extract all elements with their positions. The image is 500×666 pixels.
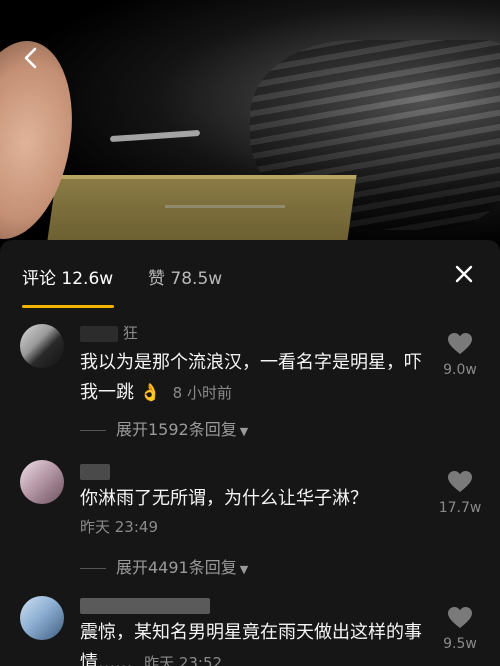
comment-time: 昨天 23:52 bbox=[144, 654, 223, 666]
like-count: 9.5w bbox=[443, 636, 477, 652]
expand-replies-label: 展开4491条回复 bbox=[116, 558, 237, 577]
ok-hand-emoji: 👌 bbox=[139, 383, 161, 403]
video-boat-area bbox=[43, 175, 357, 250]
divider-dash bbox=[80, 430, 106, 431]
comment-panel: 评论 12.6w 赞 78.5w 狂 我以为是那个流浪汉，一看名字是明星，吓我一… bbox=[0, 240, 500, 666]
comment-time: 8 小时前 bbox=[172, 384, 232, 402]
comment-author[interactable]: 狂 bbox=[80, 322, 138, 342]
comment-text: 震惊，某知名男明星竟在雨天做出这样的事情...... 昨天 23:52 bbox=[80, 618, 425, 666]
close-icon bbox=[455, 265, 473, 283]
comment-text: 你淋雨了无所谓，为什么让华子淋？ bbox=[80, 484, 425, 514]
back-button[interactable] bbox=[18, 45, 44, 71]
heart-icon bbox=[448, 333, 472, 354]
tab-comments[interactable]: 评论 12.6w bbox=[22, 264, 113, 289]
comment-tabs: 评论 12.6w 赞 78.5w bbox=[0, 240, 500, 310]
expand-replies-button[interactable]: 展开4491条回复 ▼ bbox=[80, 554, 248, 578]
caret-down-icon: ▼ bbox=[239, 425, 249, 438]
close-button[interactable] bbox=[450, 260, 478, 288]
expand-replies-label: 展开1592条回复 bbox=[116, 420, 237, 439]
comment-author-name: 狂 bbox=[122, 324, 138, 342]
comment-item: 你淋雨了无所谓，为什么让华子淋？ 昨天 23:49 17.7w 展开4491条回… bbox=[0, 458, 500, 588]
comment-item: 狂 我以为是那个流浪汉，一看名字是明星，吓我一跳 👌 8 小时前 9.0w 展开… bbox=[0, 320, 500, 450]
divider-dash bbox=[80, 568, 106, 569]
video-light-streak bbox=[109, 129, 201, 143]
comment-body: 我以为是那个流浪汉，一看名字是明星，吓我一跳 bbox=[80, 352, 422, 403]
expand-replies-button[interactable]: 展开1592条回复 ▼ bbox=[80, 416, 248, 440]
redacted-name-block bbox=[80, 597, 210, 614]
active-tab-indicator bbox=[22, 305, 114, 308]
like-button[interactable]: 17.7w bbox=[432, 470, 488, 516]
avatar[interactable] bbox=[20, 596, 64, 640]
heart-icon bbox=[448, 471, 472, 492]
comment-time: 昨天 23:49 bbox=[80, 518, 158, 536]
like-button[interactable]: 9.0w bbox=[432, 332, 488, 378]
caret-down-icon: ▼ bbox=[239, 563, 249, 576]
comment-item: 震惊，某知名男明星竟在雨天做出这样的事情...... 昨天 23:52 9.5w bbox=[0, 594, 500, 666]
comment-body: 震惊，某知名男明星竟在雨天做出这样的事情...... bbox=[80, 622, 422, 666]
like-count: 17.7w bbox=[438, 500, 482, 516]
avatar[interactable] bbox=[20, 460, 64, 504]
redacted-name-block bbox=[80, 325, 118, 342]
like-count: 9.0w bbox=[443, 362, 477, 378]
redacted-name-block bbox=[80, 463, 110, 480]
video-player[interactable] bbox=[0, 0, 500, 250]
back-chevron-icon bbox=[24, 47, 37, 69]
comment-text: 我以为是那个流浪汉，一看名字是明星，吓我一跳 👌 8 小时前 bbox=[80, 348, 425, 408]
avatar[interactable] bbox=[20, 324, 64, 368]
heart-icon bbox=[448, 607, 472, 628]
like-button[interactable]: 9.5w bbox=[432, 606, 488, 652]
comment-body: 你淋雨了无所谓，为什么让华子淋？ bbox=[80, 488, 368, 509]
video-light-streak bbox=[165, 205, 285, 208]
tab-likes[interactable]: 赞 78.5w bbox=[148, 264, 222, 289]
comment-author[interactable] bbox=[80, 596, 210, 616]
comment-author[interactable] bbox=[80, 462, 110, 482]
